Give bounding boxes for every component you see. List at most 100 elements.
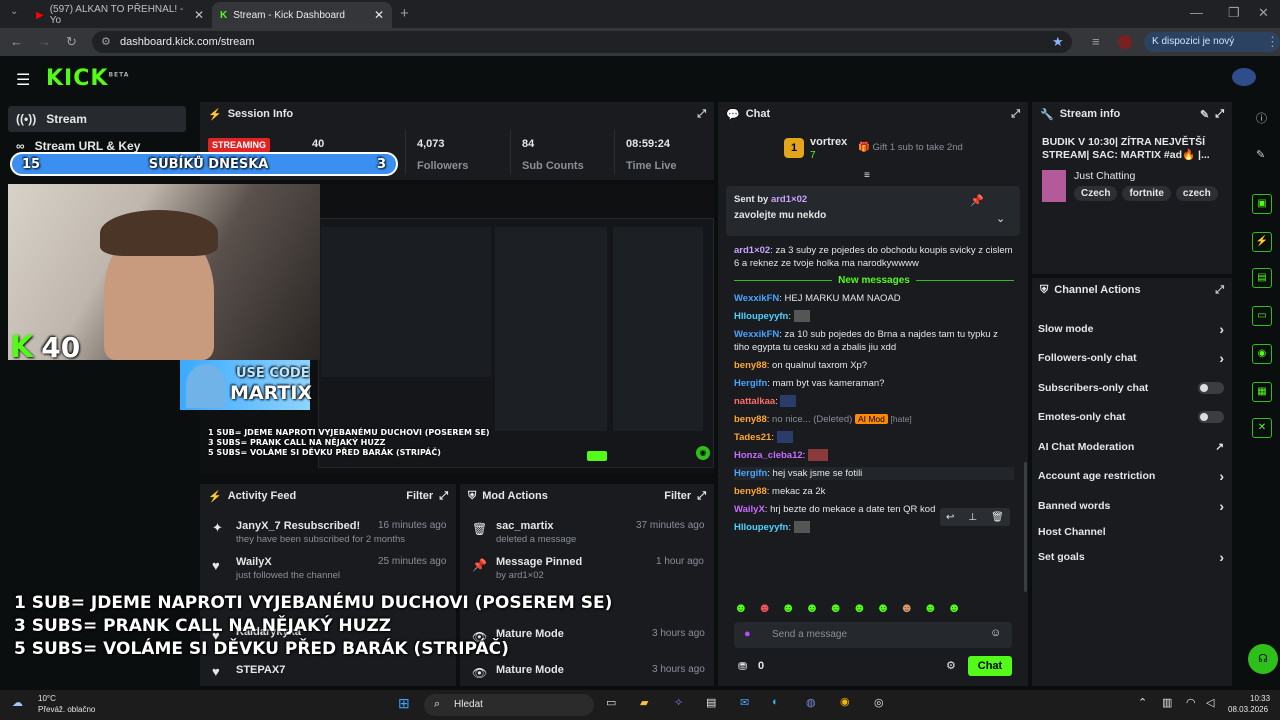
microphone-icon[interactable]: ● (744, 628, 751, 640)
support-chat-icon[interactable]: ☊ (1248, 644, 1278, 674)
camera-icon[interactable]: ▣ (1252, 194, 1272, 214)
category-name[interactable]: Just Chatting (1074, 170, 1135, 182)
settings-gear-icon[interactable]: ⚙ (946, 659, 956, 672)
popout-icon[interactable]: ⤢ (1215, 108, 1224, 121)
emote-icon[interactable]: ☻ (947, 600, 961, 615)
action-set-goals[interactable]: Set goals › (1038, 543, 1230, 573)
emote-icon[interactable]: ☻ (805, 600, 819, 615)
tag-chip[interactable]: fortnite (1122, 186, 1171, 201)
gift-prompt[interactable]: 🎁 Gift 1 sub to take 2nd (858, 142, 963, 153)
emote-icon[interactable]: ☻ (876, 600, 890, 615)
pin-message-icon[interactable]: ⊥ (968, 512, 977, 523)
tab-search-icon[interactable]: ⌄ (10, 6, 18, 17)
sidebar-item-stream[interactable]: ((•)) Stream (8, 106, 186, 132)
file-explorer-icon[interactable]: ▰ (640, 696, 648, 709)
kick-logo[interactable]: KICKBETA (46, 66, 129, 91)
pinned-user[interactable]: ard1×02 (771, 194, 807, 205)
activity-filter-button[interactable]: Filter (406, 490, 433, 502)
emote-icon[interactable]: ☻ (852, 600, 866, 615)
store-icon[interactable]: ▤ (706, 696, 716, 709)
bolt-icon[interactable]: ⚡ (1252, 232, 1272, 252)
chat-username[interactable]: Honza_cleba12 (734, 450, 803, 461)
mail-icon[interactable]: ✉ (740, 696, 749, 709)
emote-icon[interactable]: ☻ (734, 600, 748, 615)
emote-icon[interactable]: ☻ (829, 600, 843, 615)
wifi-icon[interactable]: ◠ (1186, 696, 1196, 709)
maximize-icon[interactable]: ❐ (1228, 5, 1240, 21)
close-tab-icon[interactable]: ✕ (194, 8, 204, 22)
media-controls-icon[interactable]: ≡ (1092, 34, 1100, 49)
action-host-channel[interactable]: Host Channel (1038, 521, 1230, 543)
subscribers-only-toggle[interactable] (1198, 381, 1224, 394)
obs-icon[interactable]: ◎ (874, 696, 884, 709)
user-avatar[interactable] (1232, 68, 1256, 86)
forward-icon[interactable]: → (38, 34, 51, 49)
chat-username[interactable]: WailyX (734, 504, 765, 515)
collapse-icon[interactable]: ≡ (864, 170, 870, 181)
volume-icon[interactable]: ◁ (1206, 696, 1214, 709)
tag-chip[interactable]: Czech (1074, 186, 1118, 201)
reply-icon[interactable]: ↩ (946, 512, 954, 523)
chat-username[interactable]: beny88 (734, 486, 767, 497)
site-info-icon[interactable]: ⚙ (101, 31, 111, 53)
edge-icon[interactable]: ◐ (772, 696, 779, 708)
emoji-picker-icon[interactable]: ☺ (990, 627, 1001, 639)
pencil-icon[interactable]: ✎ (1256, 148, 1265, 161)
bookmark-star-icon[interactable]: ★ (1052, 34, 1064, 50)
chrome-menu-icon[interactable]: ⋮ (1266, 34, 1279, 50)
points-icon[interactable]: ⛃ (738, 660, 747, 673)
tag-chip[interactable]: czech (1175, 186, 1218, 201)
chat-scrollbar[interactable] (1024, 462, 1027, 592)
hamburger-menu-icon[interactable]: ☰ (16, 70, 30, 90)
chevron-down-icon[interactable]: ⌄ (996, 212, 1005, 225)
update-chrome-button[interactable]: K dispozici je nový Chrome (1144, 32, 1280, 67)
emote-icon[interactable]: ☻ (781, 600, 795, 615)
close-tab-icon[interactable]: ✕ (374, 8, 384, 22)
network-icon[interactable]: ▥ (1162, 696, 1172, 709)
chat-username[interactable]: Hlloupeyyfn (734, 311, 788, 322)
minimize-icon[interactable]: — (1190, 5, 1203, 20)
tab-kick-dashboard[interactable]: K Stream - Kick Dashboard ✕ (212, 2, 392, 28)
send-chat-button[interactable]: Chat (968, 656, 1012, 676)
top-gifter-name[interactable]: vortrex (810, 136, 847, 148)
chat-username[interactable]: ard1×02 (734, 245, 770, 256)
reload-icon[interactable]: ↻ (66, 34, 77, 50)
layout-icon[interactable]: ▦ (1252, 382, 1272, 402)
chat-username[interactable]: Hergifn (734, 378, 767, 389)
emote-icon[interactable]: ☻ (924, 600, 938, 615)
chat-input[interactable]: ● Send a message ☺ (734, 622, 1012, 648)
chat-username[interactable]: beny88 (734, 360, 767, 371)
chat-username[interactable]: WexxikFN (734, 293, 779, 304)
action-slow-mode[interactable]: Slow mode › (1038, 314, 1230, 344)
chat-username[interactable]: Hergifn (734, 468, 767, 479)
info-icon[interactable]: ⓘ (1256, 110, 1267, 126)
emote-icon[interactable]: ☻ (758, 600, 772, 615)
action-followers-only[interactable]: Followers-only chat › (1038, 344, 1230, 374)
chat-username[interactable]: beny88 (734, 414, 767, 425)
emote-icon[interactable]: ☻ (900, 600, 914, 615)
edit-icon[interactable]: ✎ (1200, 108, 1209, 121)
action-ai-moderation[interactable]: AI Chat Moderation ↗ (1038, 432, 1230, 462)
taskbar-search[interactable]: ⌕ Hledat (424, 694, 594, 716)
delete-icon[interactable]: 🗑 (991, 512, 1004, 523)
popout-icon[interactable]: ⤢ (1011, 108, 1020, 121)
tab-youtube[interactable]: ▶ (597) ALKAN TO PŘEHNAL! - Yo ✕ (28, 2, 212, 28)
popout-icon[interactable]: ⤢ (1215, 284, 1224, 297)
back-icon[interactable]: ← (10, 34, 23, 49)
mod-filter-button[interactable]: Filter (664, 490, 691, 502)
chrome-icon[interactable]: ◉ (840, 695, 850, 708)
tray-chevron-icon[interactable]: ⌃ (1138, 696, 1147, 709)
task-view-icon[interactable]: ▭ (606, 696, 616, 709)
address-bar[interactable]: ⚙ dashboard.kick.com/stream (92, 31, 1072, 53)
chat-username[interactable]: Tades21 (734, 432, 771, 443)
profile-avatar[interactable] (1118, 35, 1132, 49)
copilot-icon[interactable]: ✧ (674, 696, 683, 709)
chat-username[interactable]: Hlloupeyyfn (734, 522, 788, 533)
chat-icon[interactable]: ▭ (1252, 306, 1272, 326)
close-window-icon[interactable]: ✕ (1258, 5, 1269, 21)
popout-icon[interactable]: ⤢ (697, 490, 706, 503)
action-account-age[interactable]: Account age restriction › (1038, 462, 1230, 492)
chat-username[interactable]: WexxikFN (734, 329, 779, 340)
popout-icon[interactable]: ⤢ (439, 490, 448, 503)
broadcast-icon[interactable]: ◉ (1252, 344, 1272, 364)
